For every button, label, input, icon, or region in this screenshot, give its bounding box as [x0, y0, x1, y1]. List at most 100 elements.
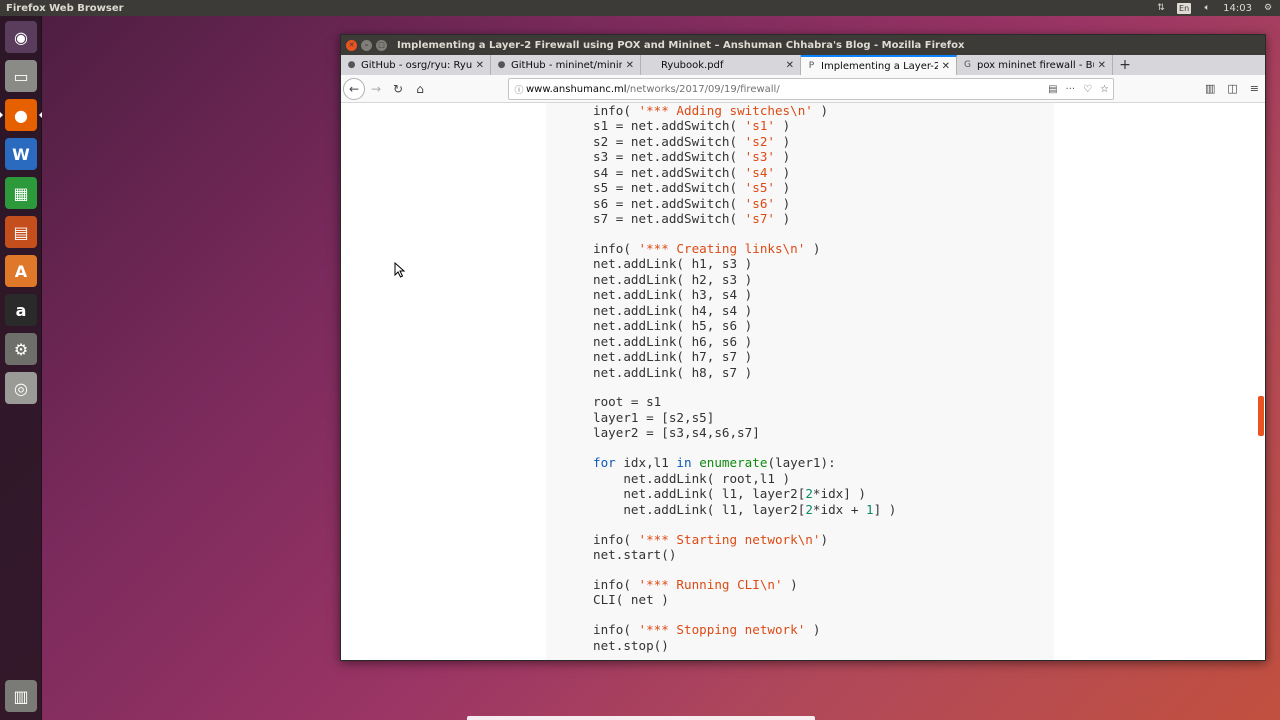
reload-button[interactable]: ↻ — [387, 78, 409, 100]
code-token: net.addLink( h8, s7 ) — [593, 364, 753, 380]
code-token: net.start() — [593, 546, 677, 562]
tab-close-icon[interactable]: ✕ — [942, 61, 950, 72]
url-bar[interactable]: ⓘ www.anshumanc.ml/networks/2017/09/19/f… — [508, 78, 1114, 100]
home-button[interactable]: ⌂ — [409, 78, 431, 100]
launcher-dash-home-icon[interactable]: ◉ — [5, 21, 37, 53]
scrollbar[interactable] — [1257, 103, 1265, 660]
code-token: idx,l1 — [615, 455, 677, 471]
bookmark-star-icon[interactable]: ☆ — [1100, 84, 1109, 95]
menu-icon[interactable]: ≡ — [1250, 82, 1259, 95]
code-token: 's3' — [744, 149, 775, 165]
code-token: for — [593, 455, 616, 471]
code-token: 's1' — [744, 118, 775, 134]
code-line: net.stop() — [593, 638, 896, 653]
code-token: layer2 = [s3,s4,s6,s7] — [593, 425, 760, 441]
tab-3[interactable]: Ryubook.pdf ✕ — [641, 55, 801, 75]
launcher-firefox-icon[interactable]: ● — [5, 99, 37, 131]
reload-icon: ↻ — [392, 81, 404, 96]
sidebar-icon[interactable]: ◫ — [1227, 82, 1237, 95]
launcher-trash-icon[interactable]: ▥ — [5, 680, 37, 712]
window-titlebar[interactable]: ✕ – □ Implementing a Layer-2 Firewall us… — [341, 35, 1265, 55]
code-token: root = s1 — [593, 394, 662, 410]
code-token: net.addLink( h6, s6 ) — [593, 333, 753, 349]
code-token: net.addLink( h4, s4 ) — [593, 302, 753, 318]
code-token: net.addLink( h5, s6 ) — [593, 318, 753, 334]
launcher-impress-icon[interactable]: ▤ — [5, 216, 37, 248]
code-token: ) — [775, 118, 791, 134]
code-token: ) — [782, 576, 798, 592]
new-tab-button[interactable]: + — [1113, 55, 1137, 75]
tab-favicon-icon: G — [964, 60, 971, 70]
back-button[interactable]: ← — [343, 77, 365, 100]
navigation-toolbar: ← → ↻ ⌂ ⓘ www.anshumanc.ml/networks/2017… — [341, 75, 1265, 103]
window-title: Implementing a Layer-2 Firewall using PO… — [397, 39, 965, 51]
reader-view-icon[interactable]: ▤ — [1048, 84, 1057, 95]
launcher-dvd-icon[interactable]: ◎ — [5, 372, 37, 404]
code-line: info( '*** Adding switches\n' ) — [593, 103, 896, 118]
code-token: 's7' — [744, 211, 775, 227]
page-content[interactable]: info( '*** Adding switches\n' ) s1 = net.… — [341, 103, 1265, 660]
tab-4[interactable]: P Implementing a Layer-2 ✕ — [801, 55, 957, 75]
code-token: CLI( net ) — [593, 592, 669, 608]
code-line: net.addLink( l1, layer2[2*idx] ) — [593, 486, 896, 501]
code-token: info( — [593, 576, 639, 592]
forward-button[interactable]: → — [365, 78, 387, 100]
code-token: info( — [593, 622, 639, 638]
tab-close-icon[interactable]: ✕ — [476, 60, 484, 71]
code-token: ) — [775, 195, 791, 211]
launcher-calc-icon[interactable]: ▦ — [5, 177, 37, 209]
volume-icon[interactable]: 🔈︎ — [1201, 3, 1213, 14]
code-token: ) — [775, 164, 791, 180]
window-minimize-icon[interactable]: – — [361, 39, 372, 51]
tab-label: Ryubook.pdf — [661, 59, 724, 71]
window-maximize-icon[interactable]: □ — [376, 39, 387, 51]
site-info-icon[interactable]: ⓘ — [512, 83, 526, 96]
power-icon[interactable]: ⚙ — [1262, 3, 1274, 14]
mouse-cursor-icon — [394, 262, 406, 278]
tab-favicon-icon: P — [808, 61, 815, 71]
launcher-software-center-icon[interactable]: A — [5, 255, 37, 287]
launcher-files-icon[interactable]: ▭ — [5, 60, 37, 92]
tab-5[interactable]: Gpox mininet firewall - Bu ✕ — [957, 55, 1113, 75]
launcher-amazon-icon[interactable]: a — [5, 294, 37, 326]
launcher-writer-icon[interactable]: W — [5, 138, 37, 170]
code-token: '*** Starting network\n' — [638, 531, 821, 547]
system-tray: ⇅ En 🔈︎ 14:03 ⚙ — [1155, 2, 1274, 14]
code-token: net.stop() — [593, 637, 669, 653]
code-token: '*** Adding switches\n' — [638, 103, 813, 118]
tab-close-icon[interactable]: ✕ — [1098, 60, 1106, 71]
home-icon: ⌂ — [416, 81, 424, 96]
url-actions: ▤ ··· ♡ ☆ — [1048, 84, 1109, 95]
tab-close-icon[interactable]: ✕ — [626, 60, 634, 71]
code-line: layer1 = [s2,s5] — [593, 410, 896, 425]
code-token: ) — [805, 241, 821, 256]
code-line: net.addLink( root,l1 ) — [593, 471, 896, 486]
clock[interactable]: 14:03 — [1223, 3, 1252, 14]
code-line: layer2 = [s3,s4,s6,s7] — [593, 425, 896, 440]
tab-2[interactable]: ● GitHub - mininet/minine ✕ — [491, 55, 641, 75]
scrollbar-thumb[interactable] — [1258, 396, 1264, 436]
code-token: s7 = net.addSwitch( — [593, 211, 745, 227]
code-token: ) — [775, 211, 791, 227]
tab-close-icon[interactable]: ✕ — [786, 60, 794, 71]
code-token: info( — [593, 241, 639, 256]
tab-1[interactable]: ● GitHub - osrg/ryu: Ryu c ✕ — [341, 55, 491, 75]
code-token: ) — [775, 133, 791, 149]
network-icon[interactable]: ⇅ — [1155, 3, 1167, 14]
launcher-system-settings-icon[interactable]: ⚙ — [5, 333, 37, 365]
code-line: net.addLink( h4, s4 ) — [593, 303, 896, 318]
code-token: ) — [805, 622, 821, 638]
code-line: info( '*** Creating links\n' ) — [593, 241, 896, 256]
code-line: net.addLink( h1, s3 ) — [593, 256, 896, 271]
active-app-title: Firefox Web Browser — [6, 2, 124, 14]
page-actions-icon[interactable]: ··· — [1066, 84, 1076, 95]
window-close-icon[interactable]: ✕ — [346, 39, 357, 51]
code-token: s6 = net.addSwitch( — [593, 195, 745, 211]
keyboard-layout-indicator[interactable]: En — [1177, 2, 1192, 14]
library-icon[interactable]: ▥ — [1205, 82, 1215, 95]
code-line: net.addLink( h8, s7 ) — [593, 365, 896, 380]
code-line: s1 = net.addSwitch( 's1' ) — [593, 118, 896, 133]
pocket-icon[interactable]: ♡ — [1083, 84, 1092, 95]
